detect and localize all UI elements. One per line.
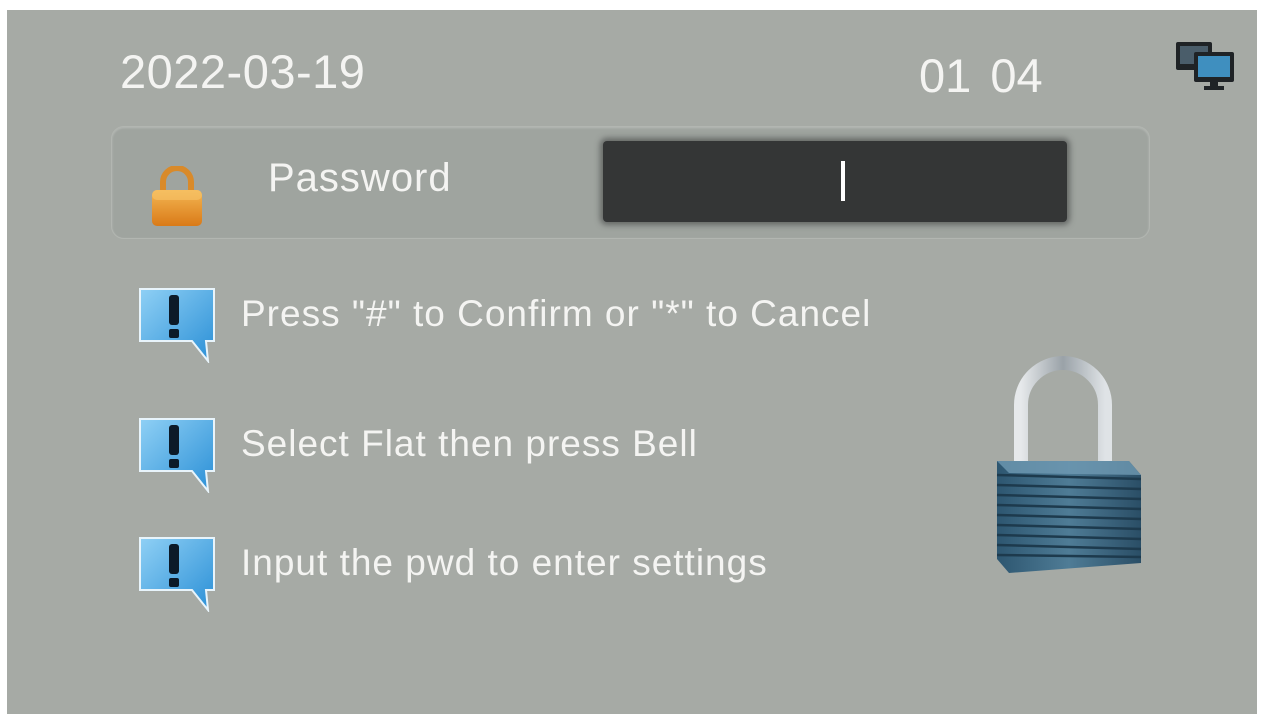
- intercom-screen: 2022-03-19 01 04 Password Press "#" to C…: [7, 10, 1257, 714]
- password-label: Password: [268, 156, 452, 200]
- padlock-icon: [996, 356, 1142, 573]
- lock-icon: [152, 166, 202, 226]
- hint-text: Press "#" to Confirm or "*" to Cancel: [241, 293, 872, 334]
- monitor-icon[interactable]: [1174, 36, 1238, 92]
- text-cursor: [841, 161, 845, 201]
- time-display: 01 04: [919, 49, 1043, 102]
- date-display: 2022-03-19: [120, 45, 366, 98]
- password-input[interactable]: [603, 141, 1067, 222]
- exclamation-speech-bubble-icon: [139, 537, 215, 612]
- exclamation-speech-bubble-icon: [139, 288, 215, 363]
- hint-select-flat: Select Flat then press Bell: [136, 413, 936, 493]
- hint-text: Select Flat then press Bell: [241, 423, 698, 464]
- hint-input-pwd: Input the pwd to enter settings: [136, 532, 936, 612]
- hint-confirm-cancel: Press "#" to Confirm or "*" to Cancel: [136, 283, 936, 363]
- hint-text: Input the pwd to enter settings: [241, 542, 768, 583]
- exclamation-speech-bubble-icon: [139, 418, 215, 493]
